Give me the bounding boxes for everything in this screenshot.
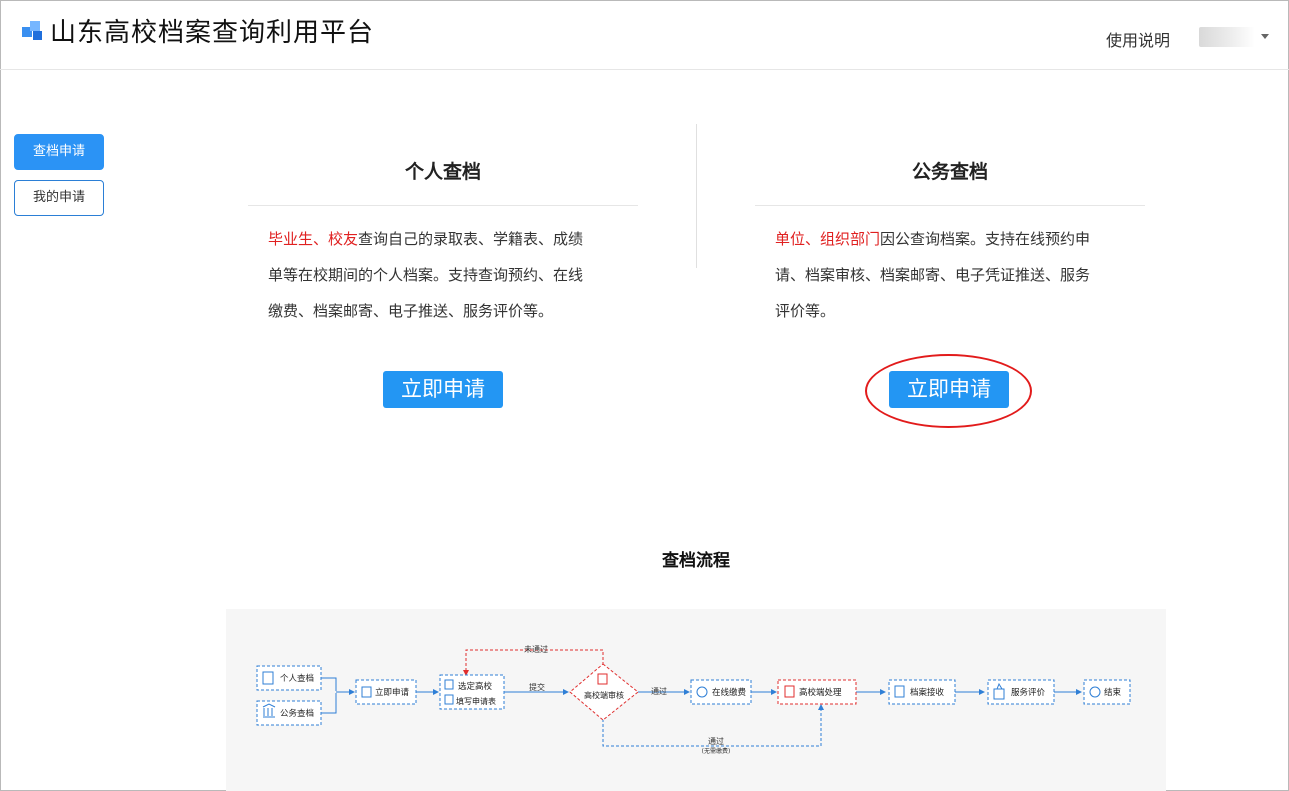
node-label: 公务查档 bbox=[280, 708, 314, 719]
highlight-alumni: 校友 bbox=[328, 230, 359, 248]
node-apply: 立即申请 bbox=[355, 679, 417, 705]
sidebar-item-archive-apply[interactable]: 查档申请 bbox=[14, 134, 104, 170]
edge-label-pass: 通过 bbox=[651, 686, 667, 696]
edge-label-fail: 未通过 bbox=[524, 644, 548, 654]
edge-label-pass-free-note: (无需缴费) bbox=[702, 747, 731, 755]
node-pay: 在线缴费 bbox=[690, 679, 752, 705]
node-label: 档案接收 bbox=[910, 687, 945, 698]
personal-card-title: 个人查档 bbox=[404, 161, 481, 183]
help-link[interactable]: 使用说明 bbox=[1106, 27, 1170, 51]
user-name-masked[interactable] bbox=[1199, 27, 1255, 47]
chevron-down-icon[interactable] bbox=[1261, 34, 1269, 39]
highlight-separator: 、 bbox=[313, 230, 329, 248]
edge-official bbox=[321, 693, 337, 714]
node-receive: 档案接收 bbox=[888, 679, 956, 705]
official-card-title: 公务查档 bbox=[911, 161, 988, 183]
official-card-description: 单位、组织部门因公查询档案。支持在线预约申 请、档案审核、档案邮寄、电子凭证推送… bbox=[775, 221, 1135, 329]
node-evaluate: 服务评价 bbox=[987, 679, 1055, 705]
node-label-fill: 填写申请表 bbox=[456, 696, 496, 706]
node-label: 个人查档 bbox=[280, 673, 314, 684]
card-vertical-divider bbox=[696, 124, 697, 268]
node-label: 高校端处理 bbox=[799, 687, 842, 698]
personal-card-description: 毕业生、校友查询自己的录取表、学籍表、成绩 单等在校期间的个人档案。支持查询预约… bbox=[268, 221, 628, 329]
node-official: 公务查档 bbox=[256, 700, 322, 726]
personal-apply-button[interactable]: 立即申请 bbox=[383, 371, 503, 408]
node-label: 在线缴费 bbox=[712, 687, 747, 698]
node-label: 结束 bbox=[1104, 687, 1122, 698]
flow-title: 查档流程 bbox=[662, 551, 730, 571]
node-personal: 个人查档 bbox=[256, 665, 322, 691]
desc-line-3: 评价等。 bbox=[775, 302, 836, 320]
node-label: 服务评价 bbox=[1011, 687, 1046, 698]
edge-label-pass-free: 通过 bbox=[708, 736, 724, 746]
top-header: 山东高校档案查询利用平台 使用说明 bbox=[0, 0, 1289, 70]
highlight-graduates: 毕业生 bbox=[268, 230, 314, 248]
flow-diagram: 未通过 提交 通过 通过 (无需缴费) 个人查档 公务查档 立即申请 选定高校 … bbox=[226, 609, 1166, 791]
edge-personal bbox=[321, 677, 337, 691]
node-select-fill: 选定高校 填写申请表 bbox=[439, 674, 505, 710]
logo-icon bbox=[22, 21, 44, 41]
site-title: 山东高校档案查询利用平台 bbox=[50, 18, 375, 48]
official-card-divider bbox=[755, 205, 1145, 206]
node-label-select: 选定高校 bbox=[458, 681, 493, 692]
highlight-separator: 、 bbox=[805, 230, 821, 248]
desc-line-2: 单等在校期间的个人档案。支持查询预约、在线 bbox=[268, 266, 584, 284]
node-end: 结束 bbox=[1083, 679, 1131, 705]
edge-label-submit: 提交 bbox=[529, 682, 545, 692]
desc-line-1: 查询自己的录取表、学籍表、成绩 bbox=[358, 230, 584, 248]
red-circle-annotation bbox=[865, 354, 1032, 428]
desc-line-3: 缴费、档案邮寄、电子推送、服务评价等。 bbox=[268, 302, 554, 320]
personal-card-divider bbox=[248, 205, 638, 206]
node-label: 高校端审核 bbox=[584, 690, 624, 700]
sidebar-item-my-applications[interactable]: 我的申请 bbox=[14, 180, 104, 216]
desc-line-2: 请、档案审核、档案邮寄、电子凭证推送、服务 bbox=[775, 266, 1091, 284]
highlight-units: 单位 bbox=[775, 230, 806, 248]
highlight-org-dept: 组织部门 bbox=[820, 230, 881, 248]
node-review: 高校端审核 bbox=[569, 663, 639, 721]
node-process: 高校端处理 bbox=[777, 679, 857, 705]
node-label: 立即申请 bbox=[375, 687, 410, 698]
desc-line-1: 因公查询档案。支持在线预约申 bbox=[880, 230, 1091, 248]
